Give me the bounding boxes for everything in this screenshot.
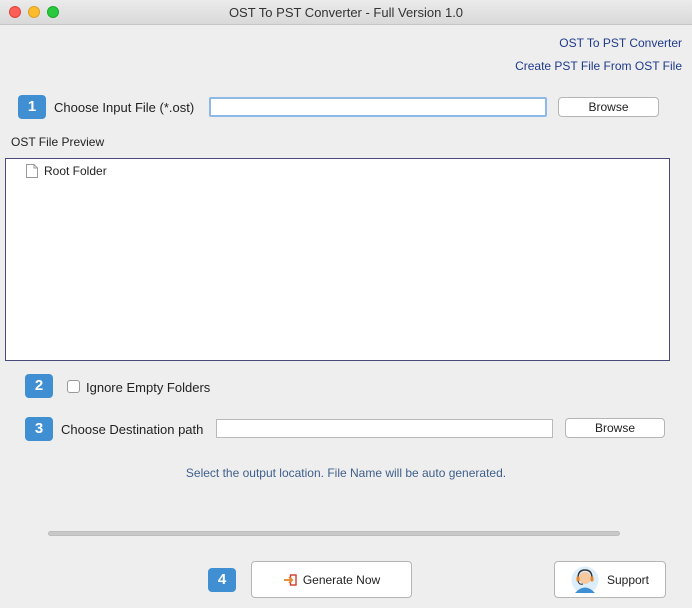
browse-destination-button[interactable]: Browse — [565, 418, 665, 438]
input-file-path-field[interactable] — [209, 97, 547, 117]
step-4-badge: 4 — [208, 568, 236, 592]
header-app-name-link[interactable]: OST To PST Converter — [559, 36, 682, 50]
generate-now-button[interactable]: Generate Now — [251, 561, 412, 598]
choose-destination-path-label: Choose Destination path — [61, 422, 204, 437]
window-title: OST To PST Converter - Full Version 1.0 — [228, 5, 464, 20]
support-label: Support — [606, 572, 650, 587]
conversion-progress-bar — [48, 531, 620, 536]
document-icon — [26, 164, 38, 178]
title-bar: OST To PST Converter - Full Version 1.0 — [0, 0, 692, 25]
headset-agent-icon — [571, 566, 599, 593]
ignore-empty-folders-checkbox[interactable] — [67, 380, 80, 393]
tree-item-label: Root Folder — [44, 164, 107, 178]
app-window: OST To PST Converter - Full Version 1.0 … — [0, 0, 692, 608]
support-button[interactable]: Support — [554, 561, 666, 598]
export-icon — [283, 573, 297, 586]
generate-now-label: Generate Now — [302, 572, 381, 587]
browse-input-button[interactable]: Browse — [558, 97, 659, 117]
tree-item-root-folder[interactable]: Root Folder — [26, 162, 107, 180]
step-1-badge: 1 — [18, 95, 46, 119]
step-3-badge: 3 — [25, 417, 53, 441]
ost-file-preview-tree[interactable]: Root Folder — [5, 158, 670, 361]
destination-path-field[interactable] — [216, 419, 553, 438]
step-2-badge: 2 — [25, 374, 53, 398]
output-location-hint: Select the output location. File Name wi… — [185, 466, 507, 480]
ignore-empty-folders-label[interactable]: Ignore Empty Folders — [86, 380, 210, 395]
header-tagline-link[interactable]: Create PST File From OST File — [515, 59, 682, 73]
choose-input-file-label: Choose Input File (*.ost) — [54, 100, 195, 115]
ost-file-preview-heading: OST File Preview — [11, 135, 105, 149]
